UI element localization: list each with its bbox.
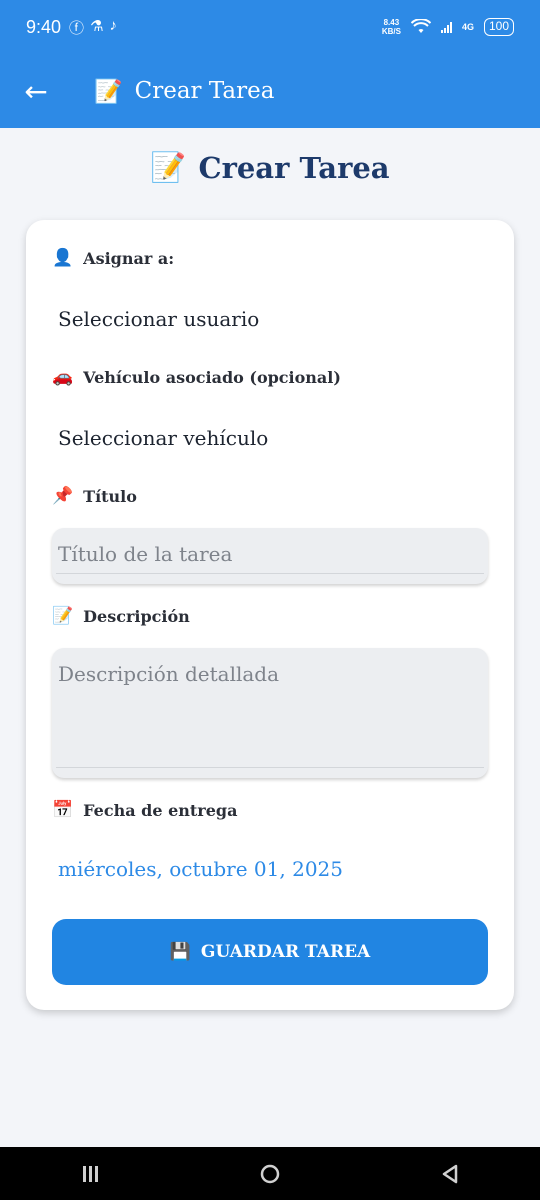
app-bar: ← 📝 Crear Tarea	[0, 54, 540, 128]
network-speed: 8.43 KB/S	[382, 18, 401, 36]
user-icon: 👤	[52, 248, 74, 268]
system-nav-bar	[0, 1147, 540, 1200]
status-bar: 9:40 ⓕ ⚗ ♪ 8.43 KB/S 4G 100	[0, 0, 540, 54]
memo-icon: 📝	[94, 78, 123, 105]
task-form-card: 👤 Asignar a: Seleccionar usuario 🚗 Vehíc…	[26, 220, 514, 1010]
speed-value: 8.43	[383, 18, 400, 27]
wifi-icon	[410, 19, 431, 33]
title-label-text: Título	[83, 486, 137, 506]
vehicle-label-text: Vehículo asociado (opcional)	[83, 367, 341, 387]
user-select[interactable]: Seleccionar usuario	[58, 307, 259, 331]
save-task-button[interactable]: 💾 GUARDAR TAREA	[52, 919, 488, 985]
back-button[interactable]: ←	[0, 54, 72, 128]
page-title: 📝 Crear Tarea	[0, 150, 540, 185]
title-placeholder: Título de la tarea	[58, 542, 233, 566]
due-date-label-text: Fecha de entrega	[83, 800, 238, 820]
memo-icon: 📝	[52, 606, 74, 626]
status-right-icons: 8.43 KB/S 4G 100	[382, 18, 514, 36]
floppy-disk-icon: 💾	[169, 942, 191, 962]
car-icon: 🚗	[52, 367, 74, 387]
assign-label-text: Asignar a:	[83, 248, 175, 268]
tiktok-icon: ♪	[109, 16, 118, 34]
calendar-icon: 📅	[52, 800, 74, 820]
title-input[interactable]: Título de la tarea	[52, 528, 488, 584]
save-task-label: GUARDAR TAREA	[200, 942, 371, 962]
description-placeholder: Descripción detallada	[58, 662, 280, 686]
pushpin-icon: 📌	[52, 486, 74, 506]
app-bar-title-text: Crear Tarea	[134, 78, 275, 104]
due-date-label: 📅 Fecha de entrega	[52, 800, 237, 820]
status-time: 9:40	[26, 16, 62, 37]
description-input-underline	[56, 767, 484, 768]
memo-icon: 📝	[150, 150, 187, 184]
flask-icon: ⚗	[90, 17, 104, 35]
triangle-back-icon	[442, 1164, 458, 1183]
description-textarea[interactable]: Descripción detallada	[52, 648, 488, 778]
arrow-left-icon: ←	[24, 74, 48, 108]
speed-unit: KB/S	[381, 27, 401, 36]
circle-home-icon	[260, 1164, 280, 1183]
signal-icon	[440, 21, 452, 33]
title-label: 📌 Título	[52, 486, 137, 506]
vehicle-select[interactable]: Seleccionar vehículo	[58, 426, 268, 450]
description-label-text: Descripción	[83, 606, 190, 626]
due-date-picker[interactable]: miércoles, octubre 01, 2025	[58, 857, 343, 881]
back-nav-button[interactable]	[420, 1147, 480, 1200]
home-button[interactable]	[240, 1147, 300, 1200]
notification-icons: ⓕ ⚗ ♪	[69, 17, 117, 38]
network-type: 4G	[461, 22, 474, 32]
assign-label: 👤 Asignar a:	[52, 248, 174, 268]
page-title-text: Crear Tarea	[198, 150, 390, 185]
app-bar-title: 📝 Crear Tarea	[94, 78, 274, 105]
description-label: 📝 Descripción	[52, 606, 190, 626]
facebook-icon: ⓕ	[69, 19, 85, 37]
battery-indicator: 100	[483, 18, 514, 36]
recent-apps-button[interactable]	[60, 1147, 120, 1200]
vehicle-label: 🚗 Vehículo asociado (opcional)	[52, 367, 341, 387]
menu-lines-icon	[83, 1165, 98, 1182]
title-input-underline	[56, 573, 484, 574]
